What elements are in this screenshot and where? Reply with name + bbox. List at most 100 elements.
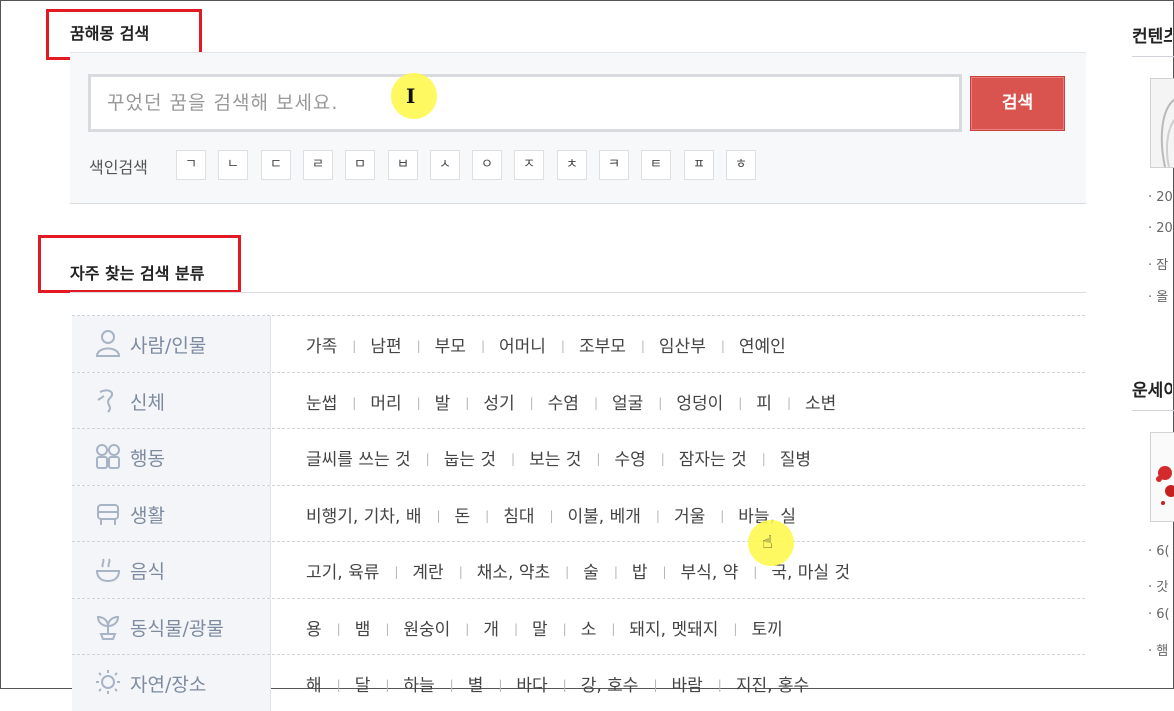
rail-list-item[interactable]: · 20 [1148, 221, 1174, 236]
keyword-link[interactable]: 엉덩이 [676, 389, 723, 414]
separator: | [529, 395, 534, 410]
category-row: 사람/인물 가족 | 남편 | 부모 | 어머니 | 조부모 | 임산부 | 연예인 [72, 315, 1085, 372]
keyword-link[interactable]: 하늘 [403, 671, 434, 696]
keyword-link[interactable]: 말 [532, 615, 548, 640]
keyword-link[interactable]: 비행기, 기차, 배 [306, 502, 421, 527]
keyword-link[interactable]: 남편 [370, 332, 401, 357]
keyword-link[interactable]: 바람 [672, 671, 703, 696]
keyword-link[interactable]: 얼굴 [612, 389, 643, 414]
category-keyword-list: 용 | 뱀 | 원숭이 | 개 | 말 | 소 | 돼지, 멧돼지 | 토끼 [306, 615, 783, 640]
index-key-button[interactable]: ㄱ [176, 150, 206, 180]
keyword-link[interactable]: 수염 [548, 389, 579, 414]
category-header: 행동 [72, 429, 271, 485]
keyword-link[interactable]: 술 [583, 558, 599, 583]
keyword-link[interactable]: 계란 [412, 558, 443, 583]
keyword-link[interactable]: 밥 [632, 558, 648, 583]
keyword-link[interactable]: 부모 [435, 332, 466, 357]
plant-icon [94, 612, 122, 640]
keyword-link[interactable]: 뱀 [355, 615, 371, 640]
index-key-button[interactable]: ㅅ [430, 150, 460, 180]
keyword-link[interactable]: 수영 [614, 445, 645, 470]
keyword-link[interactable]: 부식, 약 [681, 558, 739, 583]
keyword-link[interactable]: 강, 호수 [581, 671, 639, 696]
rail-divider [1132, 56, 1174, 57]
rail-content-thumbnail[interactable] [1150, 78, 1174, 168]
rail-list-item[interactable]: · 햄 [1148, 640, 1174, 659]
keyword-link[interactable]: 용 [306, 615, 322, 640]
rail-list-item[interactable]: · 6( [1148, 607, 1174, 622]
keyword-link[interactable]: 바다 [516, 671, 547, 696]
keyword-link[interactable]: 토끼 [751, 615, 782, 640]
separator: | [336, 678, 341, 692]
keyword-link[interactable]: 글씨를 쓰는 것 [306, 445, 411, 470]
index-key-button[interactable]: ㅋ [599, 150, 629, 180]
keyword-link[interactable]: 원숭이 [403, 615, 450, 640]
keyword-link[interactable]: 소변 [805, 389, 836, 414]
index-key-button[interactable]: ㅍ [684, 150, 714, 180]
keyword-link[interactable]: 해 [306, 671, 322, 696]
rail-list-item[interactable]: · 올 니 [1148, 286, 1174, 305]
keyword-link[interactable]: 눈썹 [306, 389, 337, 414]
keyword-link[interactable]: 머리 [370, 389, 401, 414]
separator: | [560, 339, 565, 353]
category-keyword-list: 가족 | 남편 | 부모 | 어머니 | 조부모 | 임산부 | 연예인 [306, 332, 786, 357]
separator: | [480, 339, 485, 353]
keyword-link[interactable]: 연예인 [739, 332, 786, 357]
rail-list-item[interactable]: · 6( [1148, 544, 1174, 559]
keyword-link[interactable]: 가족 [306, 332, 337, 357]
index-key-button[interactable]: ㅂ [388, 150, 418, 180]
keyword-link[interactable]: 잠자는 것 [679, 445, 747, 470]
keyword-link[interactable]: 지진, 홍수 [736, 671, 809, 696]
keyword-link[interactable]: 거울 [674, 502, 705, 527]
separator: | [640, 339, 645, 353]
index-key-button[interactable]: ㅎ [726, 150, 756, 180]
separator: | [436, 508, 441, 523]
search-button[interactable]: 검색 [970, 76, 1065, 131]
keyword-link[interactable]: 눕는 것 [444, 445, 496, 470]
keyword-link[interactable]: 이불, 베개 [568, 502, 641, 527]
separator: | [385, 678, 390, 692]
rail-list-item[interactable]: · 20 [1148, 190, 1174, 205]
index-key-button[interactable]: ㄴ [218, 150, 248, 180]
index-key-button[interactable]: ㅁ [345, 150, 375, 180]
index-key-button[interactable]: ㅈ [514, 150, 544, 180]
separator: | [449, 678, 454, 692]
keyword-link[interactable]: 소 [581, 615, 597, 640]
keyword-link[interactable]: 어머니 [499, 332, 546, 357]
keyword-link[interactable]: 돼지, 멧돼지 [629, 615, 718, 640]
keyword-link[interactable]: 질병 [780, 445, 811, 470]
index-key-button[interactable]: ㄷ [261, 150, 291, 180]
separator: | [658, 395, 663, 410]
categories-title-highlight-box [38, 235, 241, 293]
keyword-link[interactable]: 발 [435, 389, 451, 414]
keyword-link[interactable]: 임산부 [659, 332, 706, 357]
category-row: 생활 비행기, 기차, 배 | 돈 | 침대 | 이불, 베개 | 거울 | 바늘, 실 [72, 484, 1085, 542]
nature-icon [94, 668, 122, 696]
rail-fortune-title: 운세이 [1132, 381, 1172, 401]
index-key-button[interactable]: ㄹ [303, 150, 333, 180]
index-key-button[interactable]: ㅌ [641, 150, 671, 180]
keyword-link[interactable]: 달 [355, 671, 371, 696]
keyword-link[interactable]: 고기, 육류 [306, 558, 379, 583]
keyword-link[interactable]: 돈 [455, 502, 471, 527]
separator: | [416, 395, 421, 410]
rail-fortune-thumbnail[interactable] [1150, 432, 1174, 522]
keyword-link[interactable]: 조부모 [579, 332, 626, 357]
keyword-link[interactable]: 개 [483, 615, 499, 640]
dream-search-input[interactable]: 꾸었던 꿈을 검색해 보세요. [88, 74, 962, 132]
category-name: 행동 [130, 448, 165, 470]
keyword-link[interactable]: 별 [468, 671, 484, 696]
keyword-link[interactable]: 피 [756, 389, 772, 414]
index-key-button[interactable]: ㅇ [472, 150, 502, 180]
separator: | [352, 395, 357, 410]
vehicle-icon [94, 499, 122, 527]
keyword-link[interactable]: 침대 [503, 502, 534, 527]
rail-content-title: 컨텐츠 [1132, 27, 1172, 47]
keyword-link[interactable]: 보는 것 [529, 445, 581, 470]
index-key-button[interactable]: ㅊ [557, 150, 587, 180]
rail-list-item[interactable]: · 갓 [1148, 576, 1174, 595]
category-row: 자연/장소 해 | 달 | 하늘 | 별 | 바다 | 강, 호수 | 바람 | 지진, 홍수 [72, 654, 1085, 711]
rail-list-item[interactable]: · 잠 [1148, 254, 1174, 273]
keyword-link[interactable]: 성기 [483, 389, 514, 414]
keyword-link[interactable]: 채소, 약초 [477, 558, 550, 583]
